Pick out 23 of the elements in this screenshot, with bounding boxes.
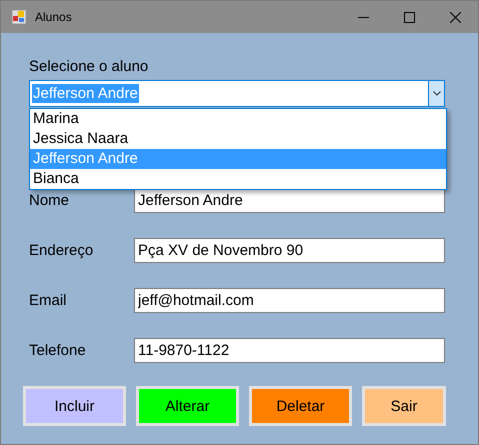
input-field[interactable]: Pça XV de Novembro 90 <box>134 238 445 263</box>
chevron-icon <box>432 91 440 96</box>
action-button[interactable]: Incluir <box>23 386 126 426</box>
dropdown-option[interactable]: Jessica Naara <box>30 129 446 149</box>
action-button[interactable]: Deletar <box>249 386 352 426</box>
dropdown-option[interactable]: Marina <box>30 109 446 129</box>
dropdown-option[interactable]: Bianca <box>30 169 446 189</box>
action-button[interactable]: Sair <box>362 386 446 426</box>
app-icon <box>11 9 27 25</box>
select-label: Selecione o aluno <box>29 57 148 77</box>
close-icon <box>450 12 460 22</box>
action-button[interactable]: Alterar <box>136 386 239 426</box>
field-label: Email <box>29 292 68 309</box>
minimize-icon <box>358 16 368 18</box>
field-label: Nome <box>29 192 70 209</box>
input-field[interactable]: Jefferson Andre <box>134 188 445 213</box>
window-title: Alunos <box>35 10 73 24</box>
input-field[interactable]: jeff@hotmail.com <box>134 288 445 313</box>
field-label: Endereço <box>29 242 94 259</box>
dropdown-button[interactable] <box>428 81 444 106</box>
field-label: Telefone <box>29 342 87 359</box>
input-field[interactable]: 11-9870-1122 <box>134 338 445 363</box>
maximize-icon <box>404 12 414 22</box>
